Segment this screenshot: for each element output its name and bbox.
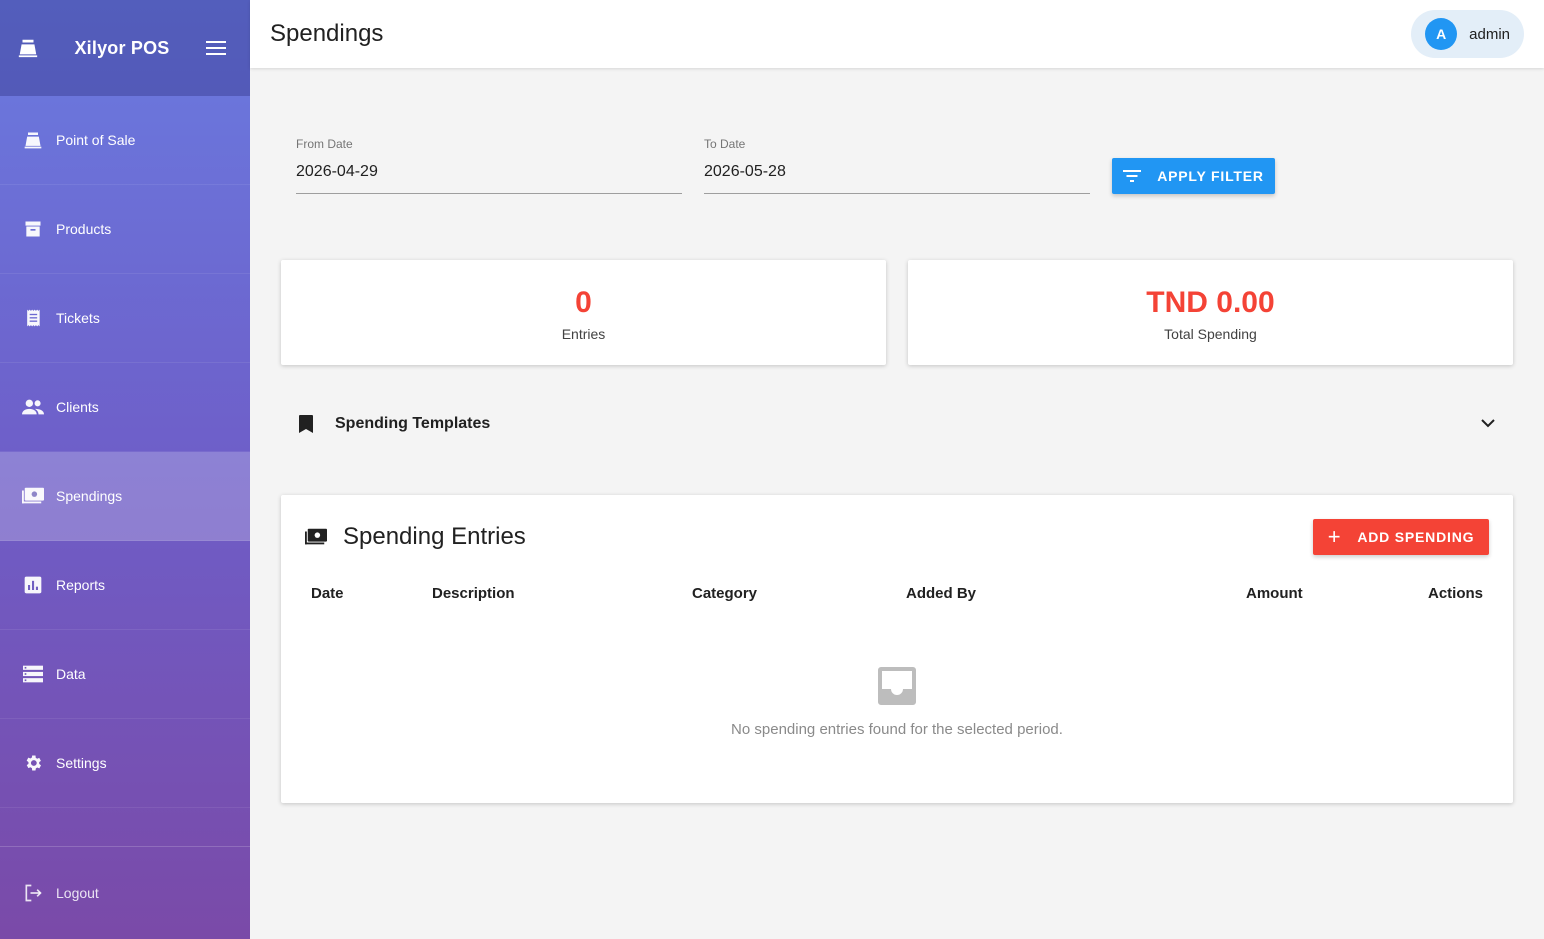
gear-icon (22, 752, 44, 774)
entries-stat-card: 0 Entries (281, 260, 886, 365)
add-spending-label: ADD SPENDING (1357, 529, 1475, 545)
total-spending-label: Total Spending (1164, 326, 1257, 342)
sidebar-divider (0, 808, 250, 847)
sidebar-item-point-of-sale[interactable]: Point of Sale (0, 96, 250, 185)
sidebar-item-products[interactable]: Products (0, 185, 250, 274)
total-spending-card: TND 0.00 Total Spending (908, 260, 1513, 365)
entries-count-label: Entries (561, 326, 606, 342)
sidebar-item-tickets[interactable]: Tickets (0, 274, 250, 363)
empty-state-message: No spending entries found for the select… (731, 721, 1063, 738)
sidebar-item-label: Tickets (56, 310, 100, 326)
sidebar-item-label: Reports (56, 577, 106, 593)
user-name: admin (1469, 25, 1510, 43)
people-icon (22, 396, 44, 418)
sidebar-item-label: Products (56, 221, 112, 237)
app-title: Xilyor POS (74, 37, 170, 58)
cash-register-icon (22, 129, 44, 151)
from-date-field: From Date (296, 137, 682, 194)
from-date-label: From Date (296, 137, 353, 151)
sidebar-item-label: Spendings (56, 488, 123, 504)
hamburger-menu-icon[interactable] (204, 36, 228, 60)
column-description[interactable]: Description (432, 585, 515, 602)
archive-box-icon (22, 218, 44, 240)
sidebar-item-reports[interactable]: Reports (0, 541, 250, 630)
sidebar-item-clients[interactable]: Clients (0, 363, 250, 452)
sidebar-item-data[interactable]: Data (0, 630, 250, 719)
cash-icon (305, 528, 329, 546)
column-added-by[interactable]: Added By (906, 585, 976, 602)
top-bar: Spendings A admin (250, 0, 1544, 68)
storage-icon (22, 663, 44, 685)
avatar: A (1425, 18, 1458, 50)
inbox-icon (281, 667, 1513, 705)
sidebar: Xilyor POS Point of Sale Products Ticket… (0, 0, 250, 939)
to-date-input[interactable] (704, 159, 1090, 194)
sidebar-item-label: Data (56, 666, 86, 682)
from-date-input[interactable] (296, 159, 682, 194)
to-date-field: To Date (704, 137, 1090, 194)
sidebar-item-label: Clients (56, 399, 99, 415)
column-actions: Actions (1428, 585, 1484, 602)
receipt-icon (22, 307, 44, 329)
chevron-down-icon (1481, 415, 1495, 433)
page-title: Spendings (270, 20, 384, 47)
logout-icon (22, 882, 44, 904)
apply-filter-button[interactable]: APPLY FILTER (1112, 158, 1275, 194)
logout-label: Logout (56, 885, 99, 901)
spending-entries-header: Spending Entries + ADD SPENDING (305, 519, 1489, 555)
spending-templates-title: Spending Templates (335, 415, 491, 432)
spending-entries-title: Spending Entries (343, 523, 526, 550)
cash-register-icon (16, 36, 40, 60)
column-date[interactable]: Date (311, 585, 344, 602)
sidebar-brand: Xilyor POS (0, 0, 250, 96)
total-spending-value: TND 0.00 (1146, 286, 1275, 319)
sidebar-item-settings[interactable]: Settings (0, 719, 250, 808)
column-category[interactable]: Category (692, 585, 757, 602)
empty-state: No spending entries found for the select… (281, 667, 1513, 738)
user-menu[interactable]: A admin (1411, 10, 1524, 58)
cash-icon (22, 485, 44, 507)
column-amount[interactable]: Amount (1246, 585, 1303, 602)
spending-templates-expander[interactable]: Spending Templates (281, 400, 1513, 448)
add-spending-button[interactable]: + ADD SPENDING (1313, 519, 1489, 555)
logout-button[interactable]: Logout (0, 847, 250, 939)
plus-icon: + (1327, 524, 1342, 549)
sidebar-item-spendings[interactable]: Spendings (0, 452, 250, 541)
filter-icon (1123, 170, 1142, 182)
bookmark-icon (299, 415, 319, 433)
sidebar-item-label: Settings (56, 755, 107, 771)
sidebar-item-label: Point of Sale (56, 132, 136, 148)
spending-entries-card: Spending Entries + ADD SPENDING Date Des… (281, 495, 1513, 803)
to-date-label: To Date (704, 137, 746, 151)
apply-filter-label: APPLY FILTER (1157, 168, 1264, 184)
bar-chart-icon (22, 574, 44, 596)
table-header: Date Description Category Added By Amoun… (281, 585, 1513, 607)
entries-count: 0 (575, 286, 592, 319)
